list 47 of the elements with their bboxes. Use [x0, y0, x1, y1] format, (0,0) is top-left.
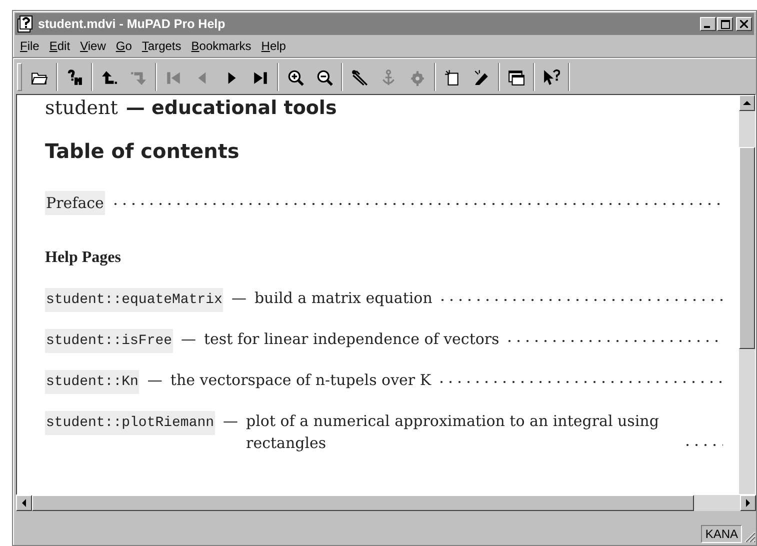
up-arrow-icon	[101, 68, 118, 86]
function-link[interactable]: student::plotRiemann	[45, 411, 216, 435]
help-document-icon	[17, 15, 35, 33]
menu-item[interactable]: Bookmarks	[186, 39, 256, 53]
window-title: student.mdvi - MuPAD Pro Help	[38, 17, 226, 31]
function-link[interactable]: student::equateMatrix	[45, 288, 224, 312]
gear-icon	[409, 68, 426, 86]
zoom-in-icon	[287, 68, 304, 86]
menu-item[interactable]: Edit	[44, 39, 76, 53]
function-description: build a matrix equation	[254, 288, 432, 309]
close-button[interactable]	[736, 17, 752, 31]
section-heading: Table of contents	[45, 139, 240, 163]
maximize-icon	[720, 20, 730, 28]
function-description: the vectorspace of n-tupels over K	[170, 370, 432, 391]
menu-item[interactable]: View	[75, 39, 111, 53]
horizontal-scrollbar[interactable]	[16, 495, 756, 511]
em-dash: —	[223, 411, 238, 432]
close-icon	[740, 20, 748, 28]
subsection-heading: Help Pages	[45, 249, 122, 267]
scroll-left-icon[interactable]	[21, 499, 27, 507]
new-page-icon	[444, 68, 461, 86]
help-pointer-icon	[543, 68, 560, 86]
maximize-button[interactable]	[717, 17, 733, 31]
menu-item[interactable]: File	[15, 39, 44, 53]
size-grip-icon[interactable]	[744, 531, 756, 543]
scroll-right-icon[interactable]	[745, 499, 751, 507]
menu-item[interactable]: Help	[256, 39, 291, 53]
vertical-scrollbar[interactable]	[739, 95, 755, 494]
em-dash: —	[181, 329, 196, 350]
menu-item[interactable]: Go	[110, 39, 137, 53]
pen-icon	[473, 68, 490, 86]
zoom-out-icon	[316, 68, 333, 86]
anchor-icon	[380, 68, 397, 86]
function-link[interactable]: student::isFree	[45, 329, 174, 353]
minimize-button[interactable]	[700, 17, 716, 31]
function-description: plot of a numerical approximation to an integral using rectangles	[246, 411, 660, 454]
function-link[interactable]: student::Kn	[45, 370, 140, 394]
scroll-up-icon[interactable]	[743, 100, 751, 106]
function-description: test for linear independence of vectors	[204, 329, 500, 350]
keyboard-mode-indicator: KANA	[701, 525, 742, 543]
toc-link[interactable]: Preface	[45, 191, 105, 215]
window-icon	[508, 68, 525, 86]
menu-item[interactable]: Targets	[136, 39, 186, 53]
document-title: — educational tools	[126, 97, 337, 119]
em-dash: —	[231, 288, 246, 309]
document-title-command: student	[45, 97, 118, 119]
em-dash: —	[147, 370, 162, 391]
